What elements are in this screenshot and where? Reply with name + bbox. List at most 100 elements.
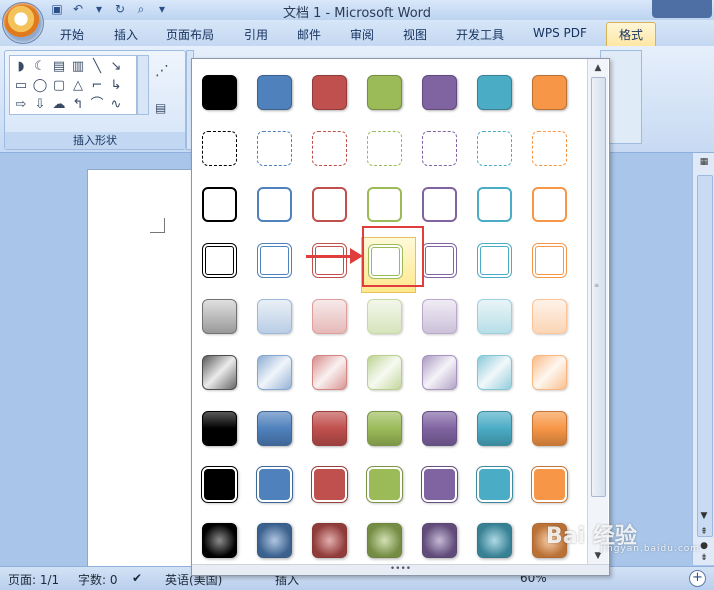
shape-style-intense-gradient-7[interactable] <box>526 405 581 461</box>
tab-view[interactable]: 视图 <box>403 26 427 43</box>
text-box-icon[interactable]: ▤ <box>155 101 166 115</box>
shape-rounded-rect-icon[interactable]: ▢ <box>50 77 68 95</box>
status-word-count[interactable]: 字数: 0 <box>78 571 118 588</box>
shape-style-intense-gradient-6[interactable] <box>471 405 526 461</box>
shape-style-solid-white-border-5[interactable] <box>416 461 471 517</box>
shape-style-solid-white-border-6[interactable] <box>471 461 526 517</box>
zoom-in-icon[interactable]: + <box>689 570 706 587</box>
shape-style-moderate-gradient-2[interactable] <box>251 349 306 405</box>
shape-style-light-gradient-2[interactable] <box>251 293 306 349</box>
shape-style-double-outline-1[interactable] <box>196 237 251 293</box>
shape-style-moderate-gradient-4[interactable] <box>361 349 416 405</box>
document-page[interactable] <box>87 169 199 571</box>
scroll-up-icon[interactable]: ▲ <box>591 61 605 75</box>
shape-style-dashed-outline-4[interactable] <box>361 125 416 181</box>
shape-style-outline-2[interactable] <box>251 181 306 237</box>
vertical-scrollbar[interactable]: ▦ ▼ ⇞ ● ⇟ <box>692 153 714 565</box>
shape-style-intense-gradient-1[interactable] <box>196 405 251 461</box>
shapes-gallery-scroll[interactable] <box>137 55 149 115</box>
shape-textbox-icon[interactable]: ▤ <box>50 58 68 76</box>
shape-style-intense-gradient-5[interactable] <box>416 405 471 461</box>
gallery-scrollbar[interactable]: ▲ ≡ ▼ <box>587 59 608 565</box>
shape-style-dashed-outline-1[interactable] <box>196 125 251 181</box>
shape-style-light-gradient-3[interactable] <box>306 293 361 349</box>
shape-style-solid-fill-1[interactable] <box>196 69 251 125</box>
shape-style-dashed-outline-6[interactable] <box>471 125 526 181</box>
shape-rectangle-icon[interactable]: ▭ <box>12 77 30 95</box>
shape-style-outline-1[interactable] <box>196 181 251 237</box>
shape-style-moderate-gradient-6[interactable] <box>471 349 526 405</box>
shape-style-outline-5[interactable] <box>416 181 471 237</box>
shape-style-double-outline-5[interactable] <box>416 237 471 293</box>
shape-moon-icon[interactable]: ☾ <box>31 58 49 76</box>
shape-style-dashed-outline-2[interactable] <box>251 125 306 181</box>
shape-line-icon[interactable]: ╲ <box>88 58 106 76</box>
shapes-gallery[interactable]: ◗ ☾ ▤ ▥ ╲ ↘ ▭ ◯ ▢ △ ⌐ ↳ ⇨ ⇩ ☁ ↰ ⌒ ∿ <box>9 55 137 115</box>
shape-arc-icon[interactable]: ⌒ <box>88 96 106 114</box>
shape-style-double-outline-7[interactable] <box>526 237 581 293</box>
shape-style-dashed-outline-3[interactable] <box>306 125 361 181</box>
shape-arrow-line-icon[interactable]: ↘ <box>107 58 125 76</box>
status-page[interactable]: 页面: 1/1 <box>8 571 59 588</box>
shape-callout-icon[interactable]: ☁ <box>50 96 68 114</box>
shape-d-icon[interactable]: ◗ <box>12 58 30 76</box>
scroll-down-icon[interactable]: ▼ <box>697 511 711 525</box>
shape-style-intense-gradient-2[interactable] <box>251 405 306 461</box>
window-controls[interactable] <box>652 0 712 18</box>
shape-style-double-outline-4[interactable] <box>361 237 416 293</box>
resize-handle[interactable]: •••• <box>192 564 609 575</box>
shape-style-dashed-outline-5[interactable] <box>416 125 471 181</box>
shape-style-solid-white-border-7[interactable] <box>526 461 581 517</box>
tab-developer[interactable]: 开发工具 <box>456 26 504 43</box>
shape-style-outline-4[interactable] <box>361 181 416 237</box>
shape-style-outline-7[interactable] <box>526 181 581 237</box>
shape-elbow-arrow-icon[interactable]: ↳ <box>107 77 125 95</box>
shape-vertical-textbox-icon[interactable]: ▥ <box>69 58 87 76</box>
shape-style-moderate-gradient-5[interactable] <box>416 349 471 405</box>
shape-down-arrow-icon[interactable]: ⇩ <box>31 96 49 114</box>
shape-style-solid-white-border-1[interactable] <box>196 461 251 517</box>
next-page-icon[interactable]: ⇟ <box>697 553 711 567</box>
scrollbar-thumb[interactable] <box>697 175 713 537</box>
shape-oval-icon[interactable]: ◯ <box>31 77 49 95</box>
tab-wps-pdf[interactable]: WPS PDF <box>533 26 587 40</box>
shape-style-double-outline-3[interactable] <box>306 237 361 293</box>
shape-style-light-gradient-7[interactable] <box>526 293 581 349</box>
shape-style-double-outline-6[interactable] <box>471 237 526 293</box>
ruler-toggle-icon[interactable]: ▦ <box>697 157 711 171</box>
shape-triangle-icon[interactable]: △ <box>69 77 87 95</box>
shape-style-solid-fill-5[interactable] <box>416 69 471 125</box>
shape-style-outline-3[interactable] <box>306 181 361 237</box>
shape-right-arrow-icon[interactable]: ⇨ <box>12 96 30 114</box>
shape-elbow-icon[interactable]: ⌐ <box>88 77 106 95</box>
shape-style-solid-fill-4[interactable] <box>361 69 416 125</box>
shape-style-solid-fill-7[interactable] <box>526 69 581 125</box>
shape-style-solid-fill-6[interactable] <box>471 69 526 125</box>
shape-style-light-gradient-5[interactable] <box>416 293 471 349</box>
prev-page-icon[interactable]: ⇞ <box>697 527 711 541</box>
shape-style-light-gradient-4[interactable] <box>361 293 416 349</box>
shape-style-solid-white-border-3[interactable] <box>306 461 361 517</box>
shape-style-moderate-gradient-3[interactable] <box>306 349 361 405</box>
proofing-icon[interactable]: ✔ <box>132 571 142 585</box>
tab-home[interactable]: 开始 <box>60 26 84 43</box>
tab-page-layout[interactable]: 页面布局 <box>166 26 214 43</box>
shape-style-moderate-gradient-7[interactable] <box>526 349 581 405</box>
shape-style-double-outline-2[interactable] <box>251 237 306 293</box>
shape-style-solid-white-border-4[interactable] <box>361 461 416 517</box>
office-button[interactable] <box>2 2 44 44</box>
tab-mailings[interactable]: 邮件 <box>297 26 321 43</box>
shape-style-moderate-gradient-1[interactable] <box>196 349 251 405</box>
shape-style-solid-fill-2[interactable] <box>251 69 306 125</box>
tab-review[interactable]: 审阅 <box>350 26 374 43</box>
shape-style-light-gradient-6[interactable] <box>471 293 526 349</box>
tab-format[interactable]: 格式 <box>606 22 657 46</box>
tab-insert[interactable]: 插入 <box>114 26 138 43</box>
tab-references[interactable]: 引用 <box>244 26 268 43</box>
shape-style-light-gradient-1[interactable] <box>196 293 251 349</box>
shape-style-solid-white-border-2[interactable] <box>251 461 306 517</box>
shape-style-solid-fill-3[interactable] <box>306 69 361 125</box>
shape-style-intense-gradient-3[interactable] <box>306 405 361 461</box>
shape-style-dashed-outline-7[interactable] <box>526 125 581 181</box>
edit-points-icon[interactable]: ⋰ <box>155 63 169 79</box>
